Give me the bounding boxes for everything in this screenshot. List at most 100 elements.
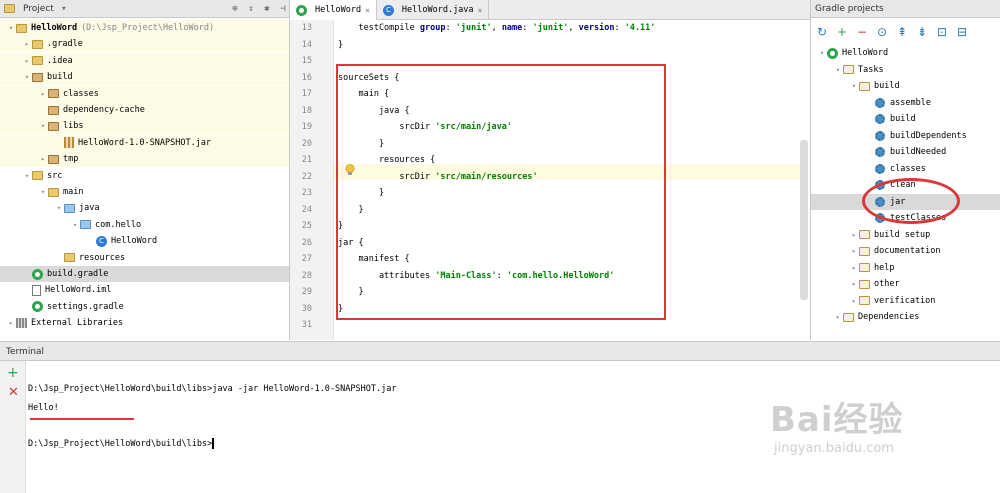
gradle-tree-item[interactable]: ▸ other [811,276,1000,292]
expand-arrow-icon[interactable]: ▾ [833,66,843,74]
tree-item[interactable]: ▾ src [0,168,289,184]
expand-arrow-icon[interactable]: ▸ [22,40,32,48]
gradle-tree-item[interactable]: buildNeeded [811,144,1000,160]
terminal-line: D:\Jsp_Project\HelloWord\build\libs>java… [28,384,397,394]
tree-item[interactable]: ▸ External Libraries [0,315,289,331]
tree-item[interactable]: ▾ build [0,69,289,86]
remove-icon[interactable]: − [855,25,869,39]
tree-item[interactable]: ▸ tmp [0,151,289,168]
tree-item-label: HelloWord [111,236,158,247]
expand-arrow-icon[interactable]: ▾ [38,122,48,130]
tree-item-label: build.gradle [47,269,109,279]
tree-item[interactable]: dependency-cache [0,102,289,118]
expand-arrow-icon[interactable]: ▸ [38,90,48,98]
expand-arrow-icon[interactable]: ▸ [22,57,32,65]
watermark: Bai经验 jingyan.baidu.com [770,392,990,482]
expand-arrow-icon[interactable]: ▸ [849,264,859,272]
line-number: 28 [301,270,312,281]
expand-arrow-icon[interactable]: ▾ [817,49,827,57]
expand-arrow-icon[interactable]: ▾ [6,24,16,32]
gear-icon[interactable]: ✱ [261,3,273,15]
gradle-tree-item-label: classes [890,163,926,174]
tree-item[interactable]: ▾ libs [0,118,289,135]
class-icon: C [96,235,107,247]
gradle-tree-item-label: verification [874,295,936,306]
line-number: 15 [301,56,312,66]
expand-arrow-icon[interactable]: ▸ [833,313,843,321]
line-number: 25 [301,221,312,231]
tree-item[interactable]: ▾ com.hello [0,217,289,233]
gradle-tree-item-label: build [874,81,900,91]
tree-item-label: .gradle [47,39,83,50]
gradle-tree-item[interactable]: classes [811,161,1000,177]
tree-item[interactable]: ▸ .idea [0,52,289,69]
expand-arrow-icon[interactable]: ▾ [849,82,859,90]
gradle-tree-item[interactable]: assemble [811,95,1000,111]
collapse-all-icon[interactable]: ⇟ [915,25,929,39]
expand-arrow-icon[interactable]: ▸ [6,319,16,327]
tree-item-label: main [63,187,84,197]
gradle-tree-item[interactable]: ▸ build setup [811,227,1000,243]
tree-item[interactable]: C HelloWord [0,233,289,249]
gradle-tree-item[interactable]: ▾ build [811,78,1000,94]
expand-arrow-icon[interactable]: ▾ [70,221,80,229]
add-icon[interactable]: + [835,25,849,39]
close-icon[interactable]: ✕ [8,385,19,400]
execute-icon[interactable]: ⊙ [875,25,889,39]
tree-item[interactable]: resources [0,250,289,266]
terminal-toolbar: + ✕ [0,361,26,493]
expand-arrow-icon[interactable]: ▸ [849,231,859,239]
tree-item[interactable]: settings.gradle [0,299,289,315]
tab-build-gradle[interactable]: HelloWord × [290,0,377,20]
tab-label: HelloWord.java [401,5,474,15]
gradle-tree-item[interactable]: ▸ verification [811,293,1000,309]
tree-item[interactable]: HelloWord-1.0-SNAPSHOT.jar [0,134,289,151]
tree-item[interactable]: HelloWord.iml [0,282,289,298]
code-line[interactable]: testCompile group: 'junit', name: 'junit… [338,20,655,36]
expand-arrow-icon[interactable]: ▾ [38,188,48,196]
watermark-logo: Bai经验 [770,400,904,440]
tree-item[interactable]: ▸ .gradle [0,36,289,53]
close-icon[interactable]: × [365,6,370,15]
collapse-icon[interactable]: ⇕ [245,3,257,15]
hide-icon[interactable]: ⊣ [277,3,289,15]
add-icon[interactable]: + [7,365,19,381]
terminal-prompt[interactable]: D:\Jsp_Project\HelloWord\build\libs> [28,436,215,452]
code-line[interactable]: } [338,37,343,53]
refresh-icon[interactable]: ↻ [815,25,829,39]
tree-item[interactable]: ▾ HelloWord (D:\Jsp_Project\HelloWord) [0,20,289,36]
project-panel-title[interactable]: Project [23,4,54,14]
expand-arrow-icon[interactable]: ▸ [849,280,859,288]
line-number: 13 [301,23,312,33]
expand-arrow-icon[interactable]: ▾ [54,204,64,212]
attach-icon[interactable]: ⊡ [935,25,949,39]
gradle-tree-item[interactable]: ▸ help [811,260,1000,276]
line-number: 26 [301,237,312,248]
tab-helloword-java[interactable]: C HelloWord.java × [377,0,490,20]
gradle-tree-item[interactable]: ▸ Dependencies [811,309,1000,325]
tree-item[interactable]: ▾ main [0,184,289,200]
terminal-header[interactable]: Terminal [0,341,1000,361]
gradle-tree-item-label: assemble [890,97,931,108]
gradle-tree-item[interactable]: build [811,111,1000,127]
close-icon[interactable]: × [478,6,483,15]
gradle-tree-item[interactable]: ▾ HelloWord [811,45,1000,61]
tree-item[interactable]: build.gradle [0,266,289,282]
expand-arrow-icon[interactable]: ▸ [849,247,859,255]
dropdown-icon[interactable]: ▾ [58,3,70,15]
settings-icon[interactable]: ⊟ [955,25,969,39]
editor-scrollbar[interactable] [800,140,808,300]
expand-all-icon[interactable]: ⇞ [895,25,909,39]
tree-item[interactable]: ▸ classes [0,85,289,102]
expand-arrow-icon[interactable]: ▸ [849,297,859,305]
gradle-tree-item[interactable]: ▸ documentation [811,243,1000,259]
expand-arrow-icon[interactable]: ▸ [38,155,48,163]
project-panel: Project ▾ ⊕ ⇕ ✱ ⊣ ▾ HelloWord (D:\Jsp_Proj… [0,0,290,340]
sync-icon[interactable]: ⊕ [229,3,241,15]
tree-item[interactable]: ▾ java [0,200,289,216]
expand-arrow-icon[interactable]: ▾ [22,73,32,81]
folder-icon [859,246,870,256]
expand-arrow-icon[interactable]: ▾ [22,172,32,180]
gradle-tree-item[interactable]: ▾ Tasks [811,62,1000,78]
gradle-tree-item[interactable]: buildDependents [811,128,1000,144]
